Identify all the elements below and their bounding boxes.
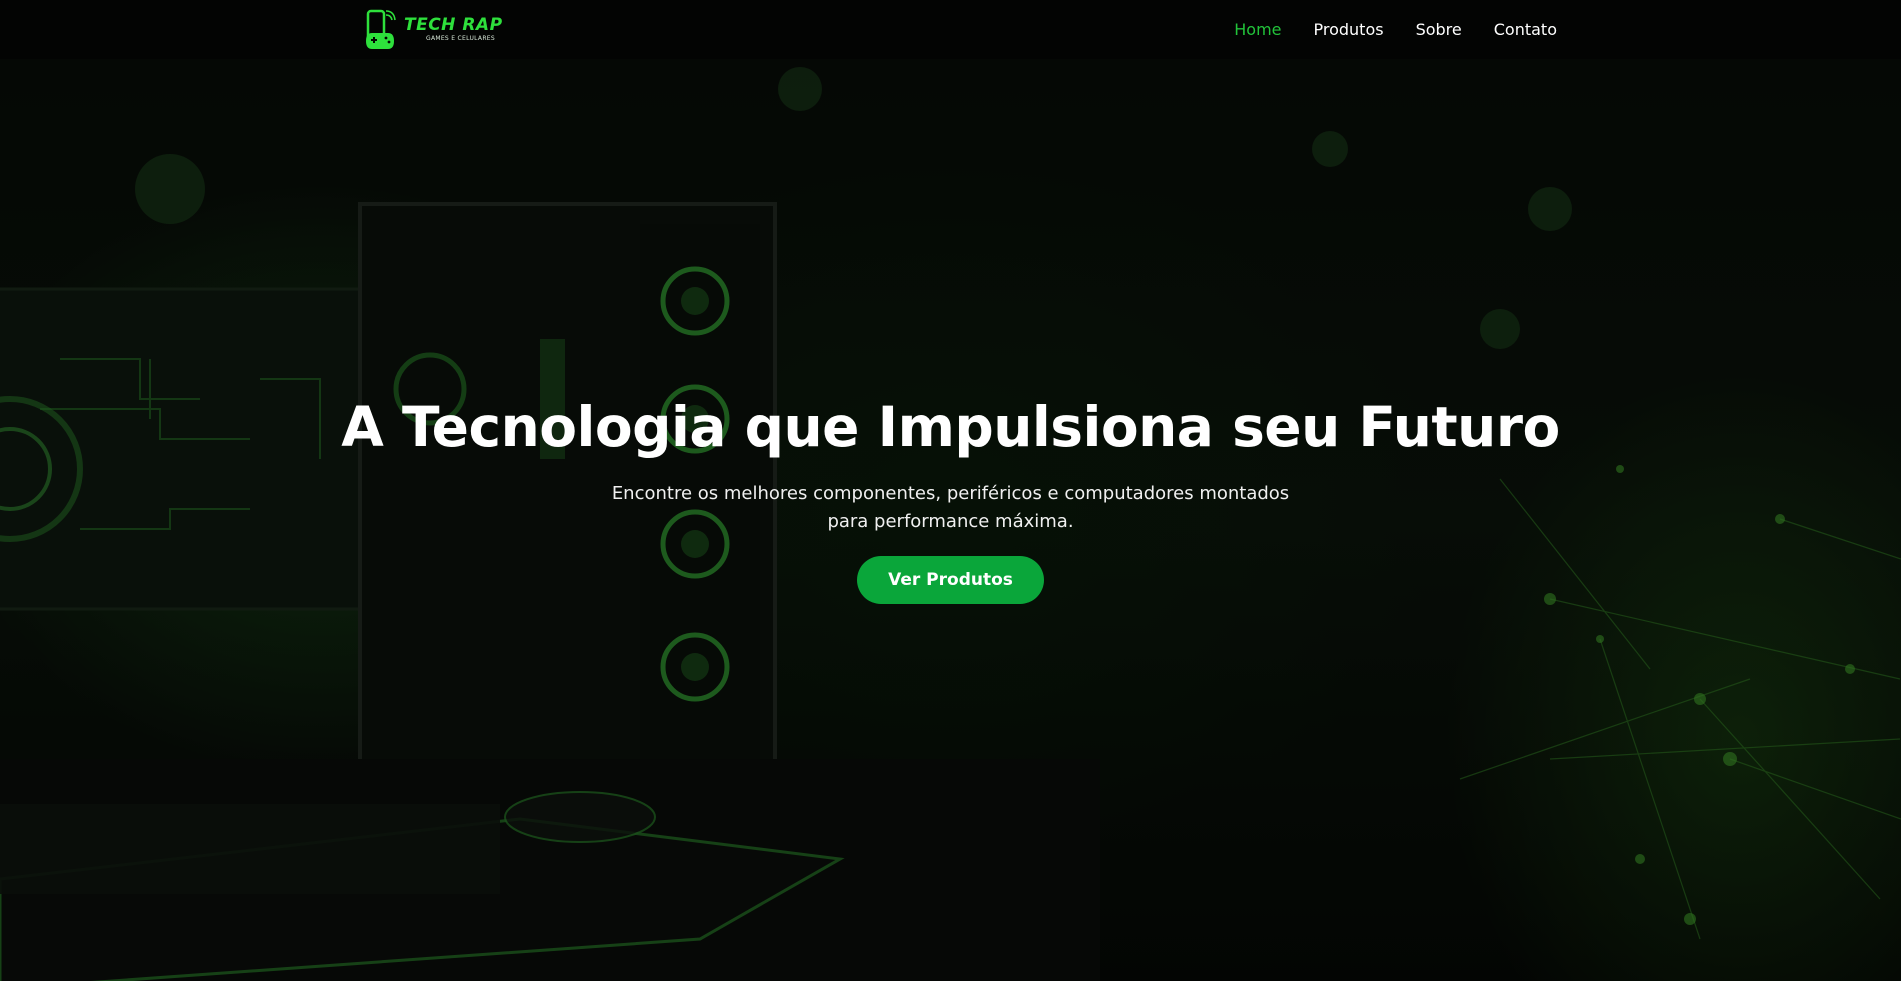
hero-title: A Tecnologia que Impulsiona seu Futuro: [341, 395, 1560, 459]
nav-link-contato[interactable]: Contato: [1494, 20, 1557, 39]
navbar-container: TECH RAP GAMES E CELULARES Home Produtos…: [364, 0, 1557, 59]
brand-wordmark: TECH RAP GAMES E CELULARES: [404, 17, 503, 42]
brand-tagline: GAMES E CELULARES: [426, 35, 496, 42]
hero-content: A Tecnologia que Impulsiona seu Futuro E…: [0, 397, 1901, 604]
hero-subtitle: Encontre os melhores componentes, perifé…: [611, 482, 1290, 532]
nav-link-produtos[interactable]: Produtos: [1314, 20, 1384, 39]
gamepad-phone-logo-icon: [366, 9, 396, 49]
main-nav: Home Produtos Sobre Contato: [1234, 20, 1557, 39]
brand-logo[interactable]: TECH RAP GAMES E CELULARES: [364, 6, 503, 54]
ver-produtos-button[interactable]: Ver Produtos: [857, 555, 1044, 604]
top-navbar: TECH RAP GAMES E CELULARES Home Produtos…: [0, 0, 1901, 59]
nav-link-sobre[interactable]: Sobre: [1416, 20, 1462, 39]
brand-name: TECH RAP: [404, 15, 503, 35]
hero-section: A Tecnologia que Impulsiona seu Futuro E…: [0, 59, 1901, 981]
nav-link-home[interactable]: Home: [1234, 20, 1281, 39]
